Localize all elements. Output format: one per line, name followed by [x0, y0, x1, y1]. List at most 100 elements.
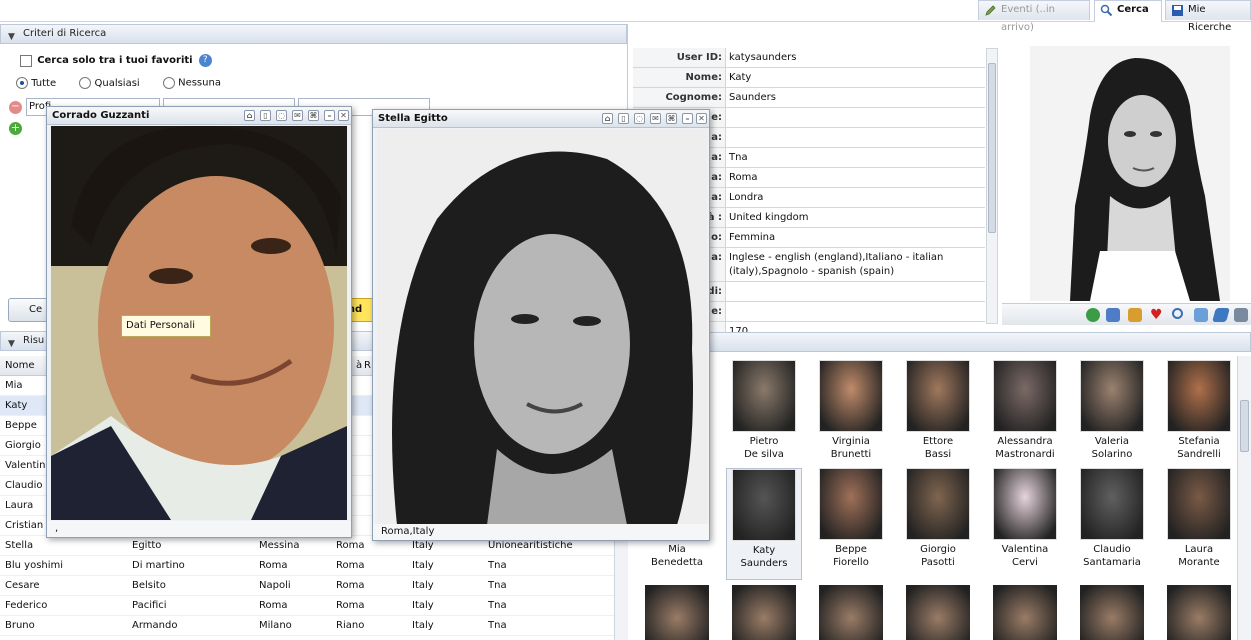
minimize-icon[interactable]: – [324, 110, 335, 121]
mail-icon[interactable]: ✉ [292, 110, 303, 121]
table-cell: Giorgio [5, 440, 41, 451]
search-icon [1100, 4, 1113, 17]
close-icon[interactable]: ✕ [338, 110, 349, 121]
gallery-item[interactable]: Laura Morante [1161, 468, 1237, 580]
criteria-header[interactable]: ▼ Criteri di Ricerca [0, 24, 627, 44]
gallery-item[interactable]: Alessandra Mastronardi [987, 360, 1063, 472]
zoom-icon[interactable] [1172, 308, 1183, 319]
favorites-label: Cerca solo tra i tuoi favoriti [37, 55, 193, 66]
details-scrollbar[interactable] [986, 48, 998, 324]
details-scrollbar-thumb[interactable] [988, 63, 996, 233]
gallery-item[interactable]: Katy Saunders [726, 468, 802, 580]
gallery-photo[interactable] [819, 585, 883, 640]
gallery-photo[interactable] [993, 585, 1057, 640]
mail-icon[interactable]: ✉ [650, 113, 661, 124]
table-cell: Bruno [5, 620, 35, 631]
radio-tutte[interactable] [16, 77, 28, 89]
table-cell: Riano [336, 620, 365, 631]
gallery-last-name: Fiorello [833, 557, 869, 568]
home-icon[interactable]: ⌂ [602, 113, 613, 124]
window-titlebar[interactable]: Stella Egitto ⌂ ▯ ◌ ✉ ⌘ – ✕ [373, 110, 709, 128]
gallery-photo [819, 468, 883, 540]
gallery-item[interactable]: Beppe Fiorello [813, 468, 889, 580]
radio-qualsiasi[interactable] [79, 77, 92, 89]
gallery-last-name: Cervi [1012, 557, 1038, 568]
table-cell: Stella [5, 540, 34, 551]
gallery-scrollbar-thumb[interactable] [1240, 400, 1249, 452]
radio-group: Tutte Qualsiasi Nessuna [16, 77, 221, 89]
tab-events[interactable]: Eventi (..in arrivo) [978, 0, 1090, 33]
detail-value: Londra [729, 192, 764, 203]
contacts-icon[interactable] [1128, 308, 1142, 322]
table-cell: Cristian [5, 520, 44, 531]
gallery-scrollbar[interactable] [1237, 356, 1251, 640]
heart-icon[interactable]: ♥ [1150, 308, 1164, 322]
table-cell: Laura [5, 500, 34, 511]
table-row[interactable]: Cesare Belsito Napoli Roma Italy Tna [0, 576, 614, 596]
photo-stella [377, 129, 707, 525]
gallery-photo[interactable] [645, 585, 709, 640]
search-button[interactable]: Ce [8, 298, 48, 322]
trash-icon[interactable]: ▯ [260, 110, 271, 121]
table-row[interactable]: Federico Pacifici Roma Roma Italy Tna [0, 596, 614, 616]
radio-nessuna[interactable] [162, 77, 175, 89]
portrait-image [1030, 46, 1230, 301]
gallery-photo[interactable] [906, 585, 970, 640]
profile-photo [1030, 46, 1230, 301]
gallery-first-name: Virginia [832, 436, 870, 447]
gallery-photo[interactable] [1167, 585, 1231, 640]
detail-label: User ID: [633, 48, 726, 67]
gallery-item[interactable]: Ettore Bassi [900, 360, 976, 472]
gallery-item[interactable]: Virginia Brunetti [813, 360, 889, 472]
gallery-item[interactable]: Valeria Solarino [1074, 360, 1150, 472]
eraser-icon[interactable] [1212, 308, 1230, 322]
column-header[interactable]: à [356, 356, 362, 376]
column-header[interactable]: R [364, 356, 371, 376]
comment-icon[interactable]: ◌ [634, 113, 645, 124]
add-criterion-icon[interactable]: + [9, 122, 22, 135]
gallery-last-name: Saunders [740, 558, 788, 569]
comment-icon[interactable]: ◌ [276, 110, 287, 121]
gallery-last-name: Morante [1178, 557, 1220, 568]
tab-my-searches[interactable]: Mie Ricerche [1165, 0, 1251, 33]
minimize-icon[interactable]: – [682, 113, 693, 124]
window-footer: , [47, 521, 351, 537]
gallery-first-name: Ettore [922, 436, 954, 447]
column-header[interactable]: Nome [5, 356, 35, 376]
gallery-item[interactable]: Valentina Cervi [987, 468, 1063, 580]
table-row[interactable]: Blu yoshimi Di martino Roma Roma Italy Tna [0, 556, 614, 576]
globe-icon[interactable] [1086, 308, 1100, 322]
gallery-grid: Pietro De silva Virginia Brunetti Ettore Bass… [630, 356, 1237, 640]
edit-icon[interactable] [1194, 308, 1208, 322]
detail-label: Nome: [633, 68, 726, 87]
profile-toolbar: ♥ [1002, 303, 1251, 325]
floppy-icon [1172, 5, 1183, 16]
gallery-item[interactable]: Stefania Sandrelli [1161, 360, 1237, 472]
table-cell: Napoli [259, 580, 291, 591]
gallery-item[interactable]: Claudio Santamaria [1074, 468, 1150, 580]
window-icon[interactable] [1106, 308, 1120, 322]
window-titlebar[interactable]: Corrado Guzzanti ⌂ ▯ ◌ ✉ ⌘ – ✕ [47, 107, 351, 125]
photo-window-stella[interactable]: Stella Egitto ⌂ ▯ ◌ ✉ ⌘ – ✕ Roma,Italy [372, 109, 710, 541]
print-icon[interactable] [1234, 308, 1248, 322]
close-icon[interactable]: ✕ [696, 113, 707, 124]
gallery-photo[interactable] [1080, 585, 1144, 640]
gallery-photo[interactable] [732, 585, 796, 640]
gallery-last-name: Benedetta [651, 557, 703, 568]
share-icon[interactable]: ⌘ [666, 113, 677, 124]
favorites-checkbox[interactable] [20, 54, 32, 67]
gallery-item[interactable]: Giorgio Pasotti [900, 468, 976, 580]
trash-icon[interactable]: ▯ [618, 113, 629, 124]
help-icon[interactable]: ? [198, 54, 212, 67]
table-cell: Armando [132, 620, 178, 631]
gallery-first-name: Laura [1184, 544, 1214, 555]
table-cell: Beppe [5, 420, 37, 431]
gallery-last-name: Pasotti [921, 557, 955, 568]
gallery-photo [1080, 468, 1144, 540]
table-row[interactable]: Bruno Armando Milano Riano Italy Tna [0, 616, 614, 636]
remove-criterion-icon[interactable]: − [9, 101, 22, 114]
share-icon[interactable]: ⌘ [308, 110, 319, 121]
tab-search[interactable]: Cerca [1094, 0, 1162, 22]
home-icon[interactable]: ⌂ [244, 110, 255, 121]
gallery-item[interactable]: Pietro De silva [726, 360, 802, 472]
